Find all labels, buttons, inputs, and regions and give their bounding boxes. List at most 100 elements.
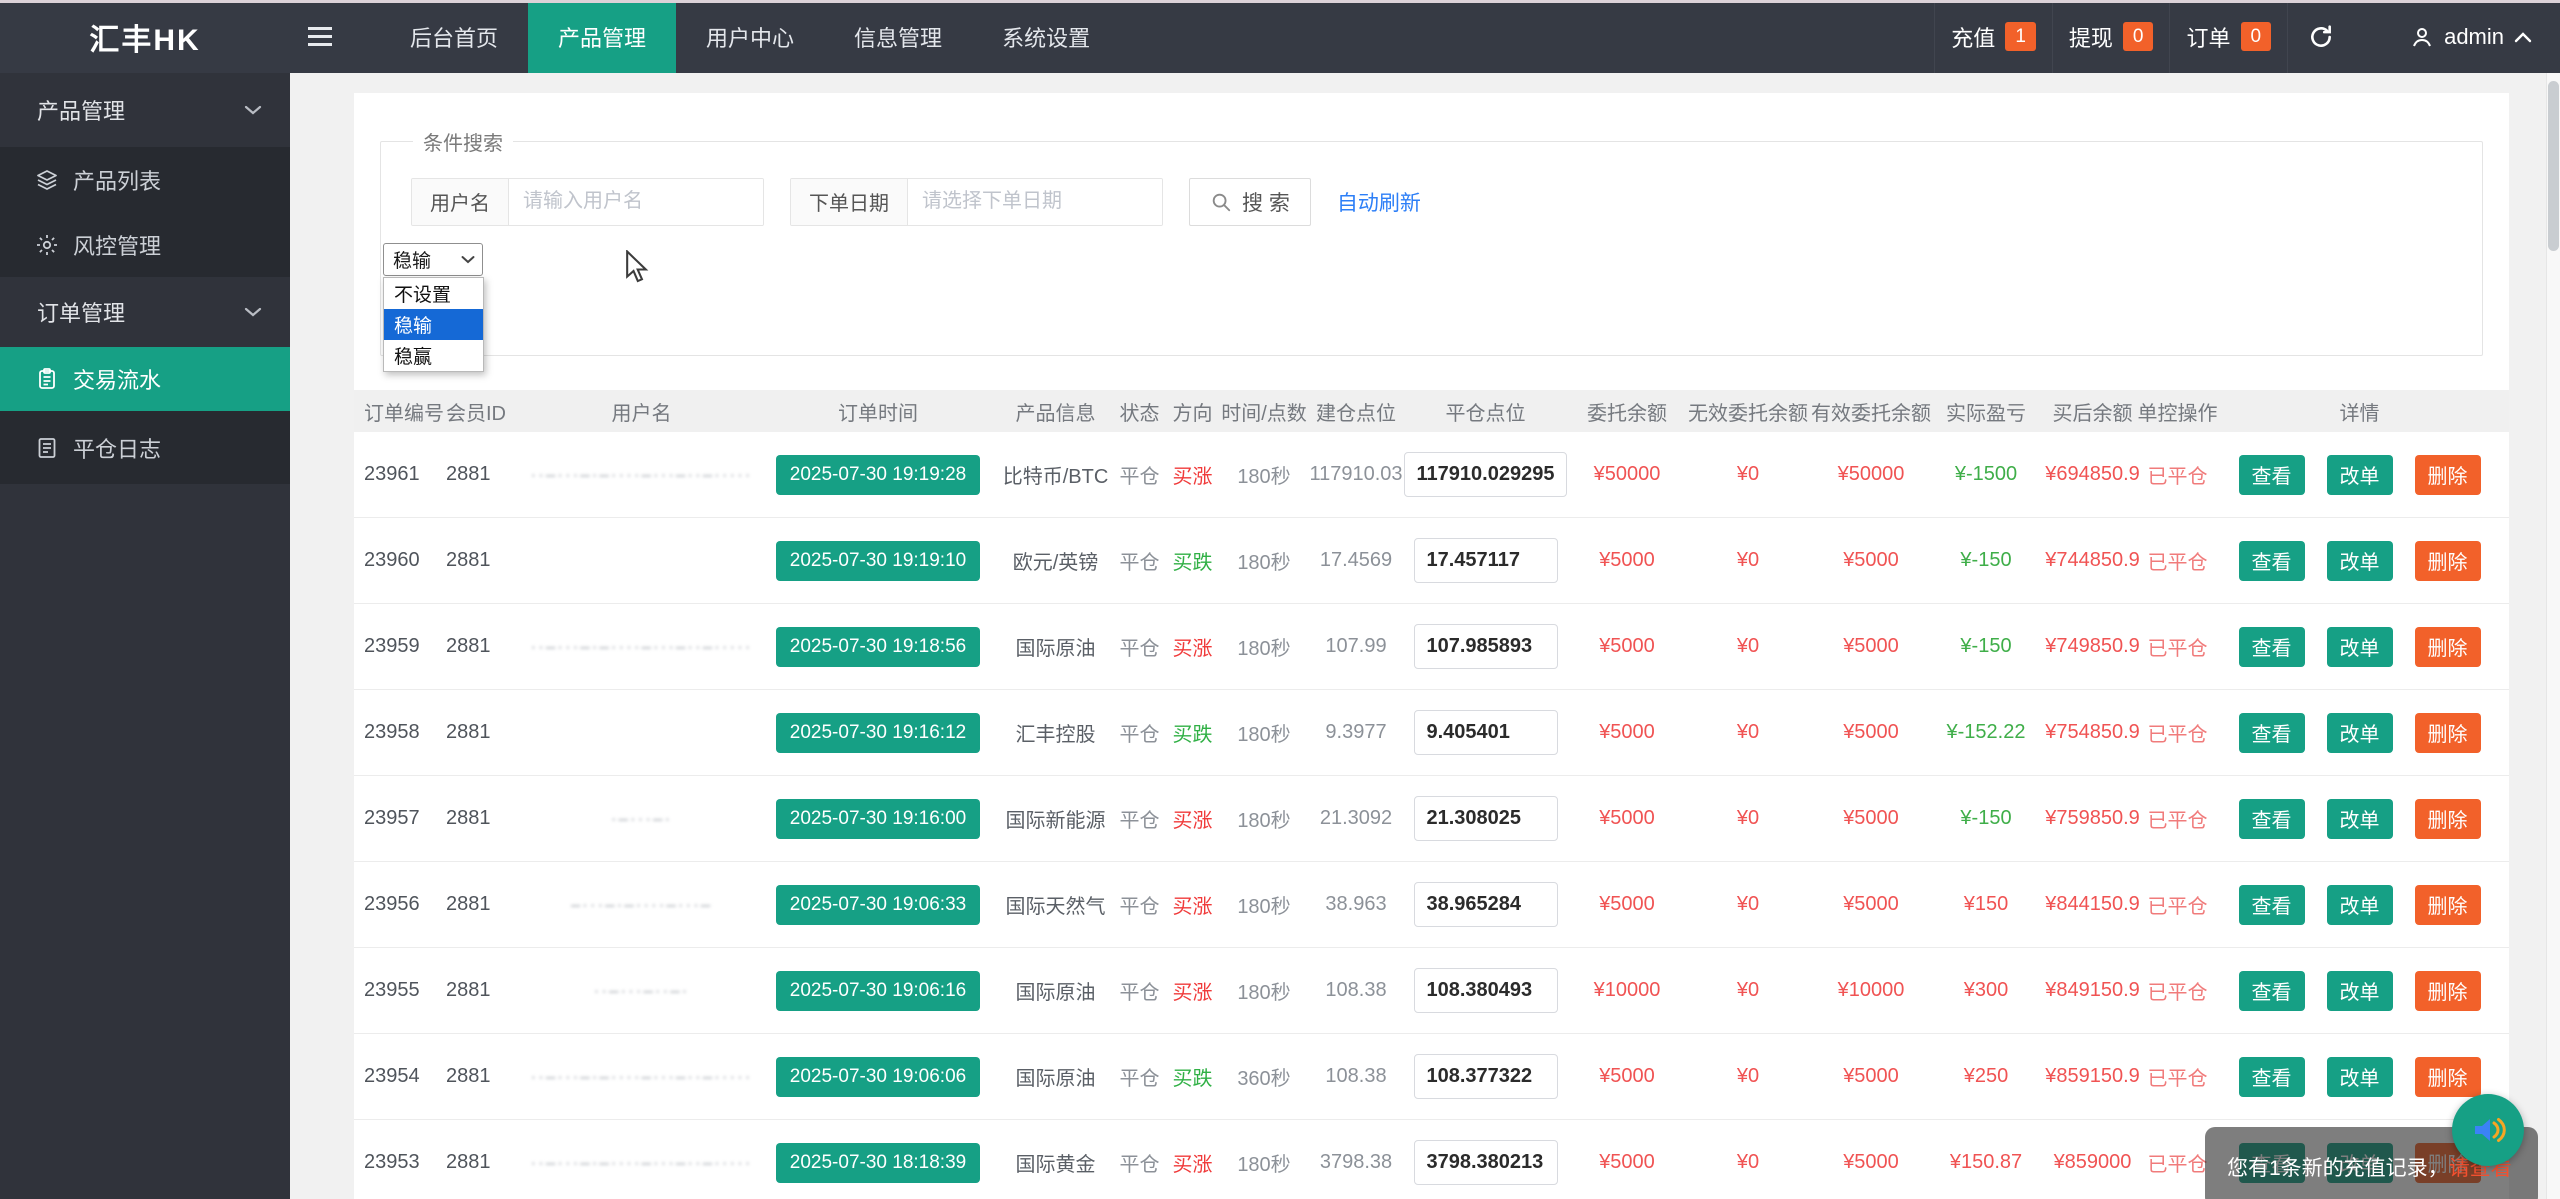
- toast-message: 您有1条新的充值记录，: [2227, 1157, 2449, 1180]
- cell-duration: 180秒: [1237, 982, 1291, 1004]
- win-mode-option[interactable]: 稳赢: [384, 340, 483, 371]
- delete-button[interactable]: 删除: [2414, 712, 2481, 753]
- delete-button[interactable]: 删除: [2414, 798, 2481, 839]
- close-point-box: 107.985893: [1413, 624, 1558, 669]
- edit-order-button[interactable]: 改单: [2326, 712, 2393, 753]
- top-nav-item-label: 系统设置: [1002, 25, 1091, 51]
- cell-actions: 查看 改单 删除: [2210, 626, 2509, 667]
- auto-refresh-link[interactable]: 自动刷新: [1337, 187, 1421, 217]
- cell-direction: 买涨: [1172, 466, 1213, 488]
- cell-product: 国际原油: [1015, 1068, 1096, 1090]
- view-button[interactable]: 查看: [2238, 626, 2305, 667]
- col-header: 委托余额: [1587, 402, 1667, 425]
- view-button[interactable]: 查看: [2238, 712, 2305, 753]
- cell-open-point: 21.3092: [1319, 807, 1393, 829]
- win-mode-select-value: 稳输: [393, 251, 432, 272]
- cell-invalid-entrust: ¥0: [1736, 1065, 1760, 1087]
- quick-counter[interactable]: 提现 0: [2051, 0, 2170, 73]
- cell-order-id: 23953: [364, 1151, 420, 1173]
- top-nav-item[interactable]: 系统设置: [972, 0, 1120, 73]
- username-label: 用户名: [412, 178, 509, 225]
- cell-username: ··–···–·–····–···–··–·····: [525, 1153, 758, 1173]
- win-mode-option[interactable]: 稳输: [384, 309, 483, 340]
- sidebar-group-product[interactable]: 产品管理: [0, 73, 290, 147]
- top-nav-item-label: 产品管理: [558, 25, 647, 51]
- edit-order-button[interactable]: 改单: [2326, 798, 2393, 839]
- edit-order-button[interactable]: 改单: [2326, 454, 2393, 495]
- delete-button[interactable]: 删除: [2414, 540, 2481, 581]
- view-button[interactable]: 查看: [2238, 970, 2305, 1011]
- refresh-icon[interactable]: [2287, 0, 2354, 73]
- cell-close-point: 17.457117: [1403, 538, 1568, 583]
- win-mode-select[interactable]: 稳输: [383, 243, 483, 276]
- delete-button[interactable]: 删除: [2414, 626, 2481, 667]
- top-nav-item[interactable]: 用户中心: [676, 0, 824, 73]
- delete-button[interactable]: 删除: [2414, 970, 2481, 1011]
- search-button[interactable]: 搜 索: [1189, 177, 1311, 226]
- delete-button[interactable]: 删除: [2414, 884, 2481, 925]
- delete-button[interactable]: 删除: [2414, 1056, 2481, 1097]
- redacted-username: ··–···–·–····–···–··–·····: [530, 464, 753, 484]
- table-row: 23957 2881 ·–···–· 2025-07-30 19:16:00 国…: [354, 776, 2509, 862]
- cell-entrust-balance: ¥5000: [1599, 549, 1655, 571]
- view-button[interactable]: 查看: [2238, 454, 2305, 495]
- quick-counter[interactable]: 充值 1: [1934, 0, 2052, 73]
- view-button[interactable]: 查看: [2238, 884, 2305, 925]
- view-button[interactable]: 查看: [2238, 1056, 2305, 1097]
- sidebar-group-order[interactable]: 订单管理: [0, 277, 290, 347]
- edit-order-button[interactable]: 改单: [2326, 884, 2393, 925]
- cell-close-point: 107.985893: [1403, 624, 1568, 669]
- cell-order-id: 23961: [364, 463, 420, 485]
- cell-control-status: 已平仓: [2147, 810, 2208, 832]
- cell-product: 欧元/英镑: [1012, 552, 1099, 574]
- cell-profit: ¥-150: [1960, 549, 2012, 571]
- search-icon: [1212, 193, 1231, 211]
- sidebar-item-product-list[interactable]: 产品列表: [0, 147, 290, 212]
- top-nav-item[interactable]: 信息管理: [824, 0, 972, 73]
- edit-order-button[interactable]: 改单: [2326, 1056, 2393, 1097]
- quick-counter-label: 提现: [2068, 25, 2113, 51]
- username-input[interactable]: [509, 178, 763, 225]
- top-nav-item[interactable]: 后台首页: [380, 0, 528, 73]
- sidebar-item-close-log[interactable]: 平仓日志: [0, 411, 290, 484]
- view-button[interactable]: 查看: [2238, 798, 2305, 839]
- order-date-input[interactable]: [908, 178, 1162, 225]
- delete-button[interactable]: 删除: [2414, 454, 2481, 495]
- cell-member-id: 2881: [446, 893, 491, 915]
- cell-product: 比特币/BTC: [1002, 466, 1109, 488]
- order-date-label: 下单日期: [791, 178, 908, 225]
- view-button[interactable]: 查看: [2238, 540, 2305, 581]
- user-menu[interactable]: admin: [2354, 24, 2532, 50]
- cell-valid-entrust: ¥50000: [1837, 463, 1905, 485]
- brand-logo: 汇丰HK: [89, 23, 201, 57]
- col-header: 买后余额: [2052, 402, 2133, 425]
- win-mode-option[interactable]: 不设置: [384, 278, 483, 309]
- scrollbar-thumb[interactable]: [2548, 81, 2559, 251]
- sidebar-item-trade-flow[interactable]: 交易流水: [0, 347, 290, 411]
- cell-actions: 查看 改单 删除: [2210, 1056, 2509, 1097]
- col-header: 实际盈亏: [1946, 402, 2026, 425]
- order-time-badge: 2025-07-30 19:18:56: [775, 626, 981, 667]
- cell-member-id: 2881: [446, 549, 491, 571]
- cell-username: ·–···–·: [525, 809, 758, 829]
- cell-status: 平仓: [1119, 552, 1160, 574]
- count-badge: 0: [2122, 22, 2154, 51]
- cell-invalid-entrust: ¥0: [1736, 635, 1760, 657]
- hamburger-icon[interactable]: [290, 0, 350, 73]
- cell-order-time: 2025-07-30 19:06:16: [758, 970, 998, 1011]
- chevron-down-icon: [244, 307, 262, 317]
- scrollbar-track[interactable]: [2546, 73, 2560, 1199]
- sound-notification-button[interactable]: [2452, 1094, 2524, 1166]
- top-nav-item[interactable]: 产品管理: [528, 0, 677, 73]
- cell-actions: 查看 改单 删除: [2210, 798, 2509, 839]
- edit-order-button[interactable]: 改单: [2326, 626, 2393, 667]
- cell-close-point: 38.965284: [1403, 882, 1568, 927]
- cell-entrust-balance: ¥5000: [1599, 721, 1655, 743]
- edit-order-button[interactable]: 改单: [2326, 970, 2393, 1011]
- sidebar-item-risk[interactable]: 风控管理: [0, 212, 290, 277]
- search-controls: 用户名 下单日期 搜 索 自动刷新: [411, 177, 2470, 226]
- edit-order-button[interactable]: 改单: [2326, 540, 2393, 581]
- table-row: 23955 2881 ··–···–··–· 2025-07-30 19:06:…: [354, 948, 2509, 1034]
- cell-direction: 买跌: [1172, 1068, 1213, 1090]
- quick-counter[interactable]: 订单 0: [2169, 0, 2287, 73]
